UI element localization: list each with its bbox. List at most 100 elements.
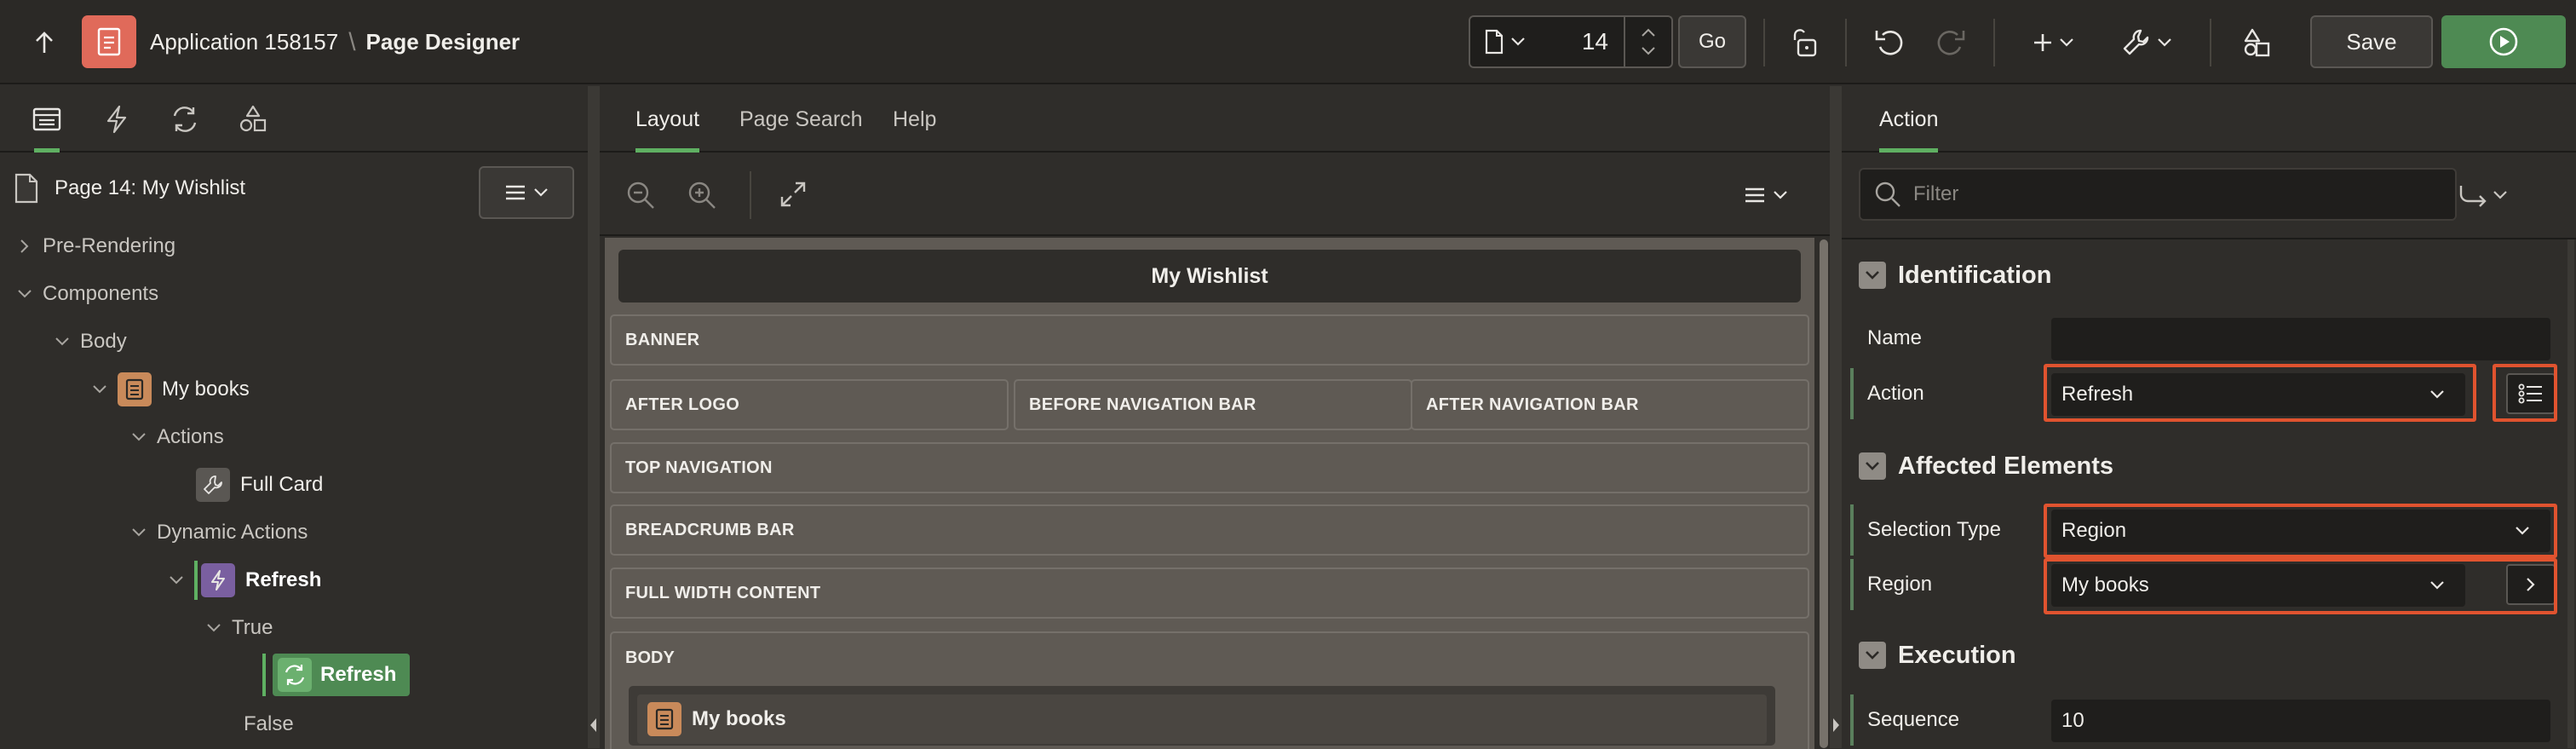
page-icon: [14, 173, 39, 204]
property-label: Sequence: [1867, 708, 1960, 731]
slot-before-navigation-bar[interactable]: BEFORE NAVIGATION BAR: [1014, 379, 1412, 430]
left-splitter[interactable]: [588, 86, 600, 748]
up-arrow-icon[interactable]: [24, 0, 65, 84]
slot-body[interactable]: BODY My books: [610, 631, 1809, 749]
chevron-down-icon[interactable]: [49, 329, 75, 354]
chevron-down-icon[interactable]: [1642, 47, 1655, 55]
tab-dynamic-actions[interactable]: [87, 86, 147, 153]
tree-node-actions[interactable]: Actions: [126, 418, 224, 457]
property-label: Name: [1867, 326, 1923, 349]
redo-icon[interactable]: [1927, 0, 1975, 84]
filter-input[interactable]: Filter: [1859, 168, 2457, 221]
selection-marker: [194, 561, 198, 600]
section-affected-elements[interactable]: Affected Elements: [1850, 437, 2566, 495]
tab-help[interactable]: Help: [893, 86, 936, 153]
create-menu-button[interactable]: [2027, 0, 2079, 84]
property-label: Action: [1867, 382, 1924, 405]
tree-node-my-books-region[interactable]: My books: [87, 370, 250, 409]
tree-node-dynamic-actions[interactable]: Dynamic Actions: [126, 513, 308, 552]
selection-marker: [262, 654, 266, 696]
property-editor: Action Filter Identification Name Action…: [1842, 86, 2576, 748]
tree-menu-button[interactable]: [479, 166, 574, 219]
tree-node-refresh-dynamic-action[interactable]: Refresh: [164, 561, 321, 600]
lock-icon[interactable]: [1780, 0, 1828, 84]
slot-top-navigation[interactable]: TOP NAVIGATION: [610, 442, 1809, 493]
page-number-input[interactable]: 14: [1582, 17, 1608, 66]
region-my-books[interactable]: My books: [629, 686, 1775, 746]
chevron-down-icon: [2493, 191, 2507, 199]
page-node-label[interactable]: Page 14: My Wishlist: [55, 176, 245, 200]
layout-menu-button[interactable]: [1745, 187, 1787, 204]
tab-page-search[interactable]: Page Search: [739, 86, 863, 153]
chevron-down-icon[interactable]: [12, 281, 37, 307]
tab-layout[interactable]: Layout: [635, 86, 700, 153]
tree-node-body[interactable]: Body: [49, 322, 127, 361]
chevron-right-icon[interactable]: [12, 233, 37, 259]
toolbar-divider: [1845, 19, 1847, 66]
chevron-up-icon[interactable]: [1642, 28, 1655, 37]
slot-breadcrumb-bar[interactable]: BREADCRUMB BAR: [610, 504, 1809, 556]
application-link[interactable]: Application 158157: [150, 29, 338, 55]
tree-node-refresh-action[interactable]: Refresh: [262, 654, 411, 696]
go-to-group-button[interactable]: [2440, 175, 2525, 216]
right-splitter[interactable]: [1830, 86, 1842, 748]
chevron-down-icon[interactable]: [1859, 452, 1886, 480]
canvas-scrollbar[interactable]: [1820, 239, 1828, 748]
menu-lines-icon: [505, 184, 526, 201]
layout-toolbar: [600, 154, 1830, 236]
tree-node-full-card[interactable]: Full Card: [196, 465, 323, 504]
rendering-tree-icon: [32, 107, 61, 131]
wrench-icon: [196, 468, 230, 502]
toolbar-divider: [2210, 19, 2211, 66]
shared-components-icon[interactable]: [2232, 0, 2283, 84]
zoom-out-icon[interactable]: [625, 180, 656, 210]
chevron-down-icon[interactable]: [1859, 262, 1886, 289]
tab-rendering[interactable]: [17, 86, 77, 153]
slot-body-label: BODY: [625, 648, 675, 667]
page-selector[interactable]: 14: [1469, 15, 1673, 68]
run-button[interactable]: [2441, 15, 2566, 68]
property-name: Name: [1850, 313, 2566, 364]
slot-banner[interactable]: BANNER: [610, 314, 1809, 366]
tree-node-label: Components: [43, 282, 159, 305]
section-execution[interactable]: Execution: [1850, 626, 2566, 684]
tree-node-label: My books: [162, 377, 250, 400]
utilities-menu-button[interactable]: [2119, 0, 2174, 84]
highlight-box-region: [2044, 558, 2557, 614]
layout-canvas[interactable]: My Wishlist BANNER AFTER LOGO BEFORE NAV…: [605, 238, 1814, 749]
expand-icon[interactable]: [779, 180, 808, 209]
tree-node-label: Refresh: [245, 568, 322, 591]
tab-processing[interactable]: [155, 86, 215, 153]
chevron-down-icon[interactable]: [87, 377, 112, 402]
page-title-bar: My Wishlist: [618, 250, 1801, 302]
chevron-down-icon[interactable]: [126, 424, 152, 450]
name-field[interactable]: [2051, 318, 2550, 360]
highlight-box-action-list: [2493, 364, 2557, 422]
page-number-stepper[interactable]: [1624, 17, 1671, 66]
tab-action[interactable]: Action: [1879, 86, 1939, 153]
required-marker: [1850, 504, 1854, 556]
zoom-in-icon[interactable]: [687, 180, 717, 210]
chevron-down-icon[interactable]: [164, 568, 189, 593]
section-identification[interactable]: Identification: [1850, 246, 2566, 304]
tree-node-pre-rendering[interactable]: Pre-Rendering: [12, 227, 175, 266]
tree-node-false[interactable]: False: [244, 705, 294, 744]
slot-after-navigation-bar[interactable]: AFTER NAVIGATION BAR: [1411, 379, 1809, 430]
chevron-down-icon[interactable]: [1859, 642, 1886, 669]
chevron-down-icon[interactable]: [126, 520, 152, 545]
tab-shared-components[interactable]: [223, 86, 283, 153]
tree-node-components[interactable]: Components: [12, 274, 158, 314]
tree-node-true[interactable]: True: [201, 608, 273, 648]
undo-icon[interactable]: [1866, 0, 1913, 84]
go-button[interactable]: Go: [1678, 15, 1746, 68]
region-header: My books: [637, 694, 1767, 744]
page-picker-button[interactable]: [1484, 29, 1525, 55]
sequence-field[interactable]: 10: [2051, 700, 2550, 742]
property-editor-scrollbar[interactable]: [2567, 239, 2574, 748]
chevron-down-icon[interactable]: [201, 615, 227, 641]
slot-after-logo[interactable]: AFTER LOGO: [610, 379, 1009, 430]
tree-node-label: Dynamic Actions: [157, 521, 308, 544]
slot-full-width-content[interactable]: FULL WIDTH CONTENT: [610, 568, 1809, 619]
application-icon[interactable]: [82, 15, 136, 68]
save-button[interactable]: Save: [2310, 15, 2433, 68]
